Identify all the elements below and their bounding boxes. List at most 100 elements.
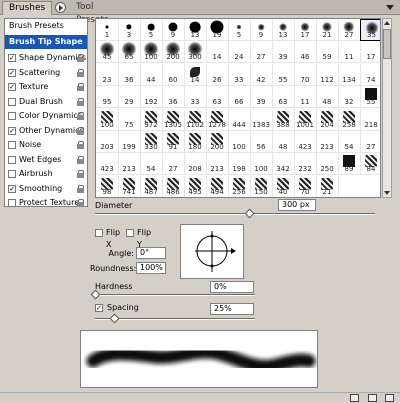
brush-tip-cell[interactable]: 95	[96, 86, 119, 109]
brush-tip-cell[interactable]: 27	[250, 41, 273, 64]
setting-shape-dynamics[interactable]: ✓ Shape Dynamics	[5, 51, 87, 65]
brush-tip-cell[interactable]: 55	[272, 63, 295, 86]
brush-tip-cell[interactable]: 54	[338, 131, 361, 153]
brush-tip-cell[interactable]: 218	[360, 109, 380, 131]
angle-field[interactable]: 0°	[136, 247, 166, 259]
brush-tip-cell[interactable]: 100	[140, 41, 163, 64]
brush-tip-cell[interactable]: 70	[294, 175, 317, 197]
setting-checkbox[interactable]	[8, 199, 16, 207]
brush-tip-cell[interactable]: 213	[118, 153, 141, 176]
brush-tip-cell[interactable]: 495	[184, 175, 207, 197]
brush-tip-cell[interactable]: 98	[96, 175, 119, 197]
brush-tip-cell[interactable]: 74	[360, 64, 380, 86]
brush-tip-cell[interactable]: 17	[294, 19, 317, 41]
grid-scrollbar[interactable]	[382, 18, 392, 198]
hardness-slider-knob[interactable]	[90, 289, 101, 300]
setting-airbrush[interactable]: Airbrush	[5, 167, 87, 181]
brush-tip-cell[interactable]: 342	[272, 153, 295, 176]
setting-scattering[interactable]: ✓ Scattering	[5, 66, 87, 80]
brush-tip-cell[interactable]: 5	[228, 19, 251, 41]
new-brush-icon[interactable]	[368, 394, 377, 402]
setting-checkbox[interactable]	[8, 170, 16, 178]
brush-tip-cell[interactable]: 203	[96, 131, 119, 153]
brush-tip-cell[interactable]: 36	[118, 63, 141, 86]
brush-tip-cell[interactable]: 14	[206, 41, 229, 64]
brush-tip-cell[interactable]: 63	[206, 86, 229, 109]
brush-tip-cell[interactable]: 89	[338, 153, 361, 176]
brush-tip-cell[interactable]: 75	[118, 108, 141, 131]
brush-tip-cell[interactable]: 250	[316, 153, 339, 176]
setting-checkbox[interactable]: ✓	[8, 126, 16, 135]
brush-tip-cell[interactable]: 388	[272, 108, 295, 131]
brush-tip-cell[interactable]: 150	[250, 175, 273, 197]
setting-checkbox[interactable]	[8, 97, 16, 106]
brush-tip-cell[interactable]: 63	[272, 86, 295, 109]
brush-tip-cell[interactable]: 3	[118, 19, 141, 41]
brush-tip-cell[interactable]: 33	[228, 63, 251, 86]
brush-tip-cell[interactable]: 192	[140, 86, 163, 109]
setting-texture[interactable]: ✓ Texture	[5, 80, 87, 94]
lock-icon[interactable]	[77, 54, 84, 62]
brush-tip-cell[interactable]: 26	[206, 63, 229, 86]
brush-tip-cell[interactable]: 200	[162, 41, 185, 64]
brush-tip-cell[interactable]: 444	[228, 108, 251, 131]
setting-checkbox[interactable]	[8, 141, 16, 149]
brush-tip-cell[interactable]: 60	[162, 63, 185, 86]
tab-tool-presets[interactable]: Tool Presets	[70, 1, 130, 25]
brush-tip-cell[interactable]: 198	[228, 153, 251, 176]
scroll-down-icon[interactable]	[384, 190, 390, 196]
setting-checkbox[interactable]	[8, 112, 16, 120]
lock-icon[interactable]	[77, 141, 84, 149]
brush-tip-cell[interactable]: 204	[316, 108, 339, 131]
setting-color-dynamics[interactable]: Color Dynamics	[5, 109, 87, 123]
brush-tip-cell[interactable]: 1383	[250, 108, 273, 131]
setting-checkbox[interactable]	[8, 155, 16, 164]
lock-icon[interactable]	[77, 68, 84, 77]
brush-tip-cell[interactable]: 45	[96, 41, 119, 64]
brush-tip-cell[interactable]: 35	[360, 19, 380, 41]
brush-tip-cell[interactable]: 66	[228, 86, 251, 109]
brush-tip-cell[interactable]: 180	[184, 131, 207, 153]
lock-icon[interactable]	[77, 170, 84, 178]
lock-icon[interactable]	[77, 83, 84, 91]
spacing-box[interactable]: ✓	[95, 304, 103, 312]
brush-tip-cell[interactable]: 1278	[206, 108, 229, 131]
setting-dual-brush[interactable]: Dual Brush	[5, 95, 87, 109]
brush-tip-cell[interactable]: 40	[272, 175, 295, 197]
brush-tip-cell[interactable]: 14	[184, 63, 207, 86]
brush-tip-cell[interactable]: 84	[360, 153, 380, 176]
brush-tip-cell[interactable]: 232	[294, 153, 317, 176]
brush-tip-cell[interactable]: 100	[228, 131, 251, 153]
brush-tip-shape-item[interactable]: Brush Tip Shape	[5, 35, 87, 49]
brush-tip-cell[interactable]: 32	[338, 86, 361, 109]
brush-tip-cell[interactable]: 5	[140, 19, 163, 41]
brush-tip-cell[interactable]: 423	[96, 153, 119, 176]
lock-icon[interactable]	[77, 155, 84, 164]
brush-tip-cell[interactable]: 56	[250, 131, 273, 153]
brush-tip-cell[interactable]: 199	[118, 131, 141, 153]
brush-tip-cell[interactable]: 55	[360, 86, 380, 109]
brush-tip-cell[interactable]: 59	[316, 41, 339, 64]
panel-menu-icon[interactable]	[385, 2, 396, 13]
setting-checkbox[interactable]: ✓	[8, 68, 16, 77]
diameter-slider-knob[interactable]	[244, 208, 255, 219]
lock-icon[interactable]	[77, 126, 84, 135]
diameter-slider[interactable]	[95, 213, 375, 215]
setting-other-dynamics[interactable]: ✓ Other Dynamics	[5, 124, 87, 138]
brush-tip-cell[interactable]: 42	[250, 63, 273, 86]
tab-options-icon[interactable]	[55, 2, 66, 13]
brush-tip-cell[interactable]: 29	[118, 86, 141, 109]
brush-tip-cell[interactable]: 487	[140, 175, 163, 197]
brush-tip-cell[interactable]: 21	[316, 19, 339, 41]
brush-tip-cell[interactable]: 9	[250, 19, 273, 41]
lock-icon[interactable]	[77, 112, 84, 120]
brush-tip-cell[interactable]: 208	[184, 153, 207, 176]
flip-x-box[interactable]	[95, 229, 103, 237]
brush-tip-cell[interactable]: 11	[294, 86, 317, 109]
brush-tip-cell[interactable]: 100	[96, 108, 119, 131]
brush-tip-cell[interactable]: 33	[184, 86, 207, 109]
brush-tip-cell[interactable]: 13	[184, 19, 207, 41]
scrollbar-thumb[interactable]	[383, 29, 391, 59]
brush-tip-cell[interactable]: 91	[162, 131, 185, 153]
brush-tip-cell[interactable]: 11	[338, 41, 361, 64]
